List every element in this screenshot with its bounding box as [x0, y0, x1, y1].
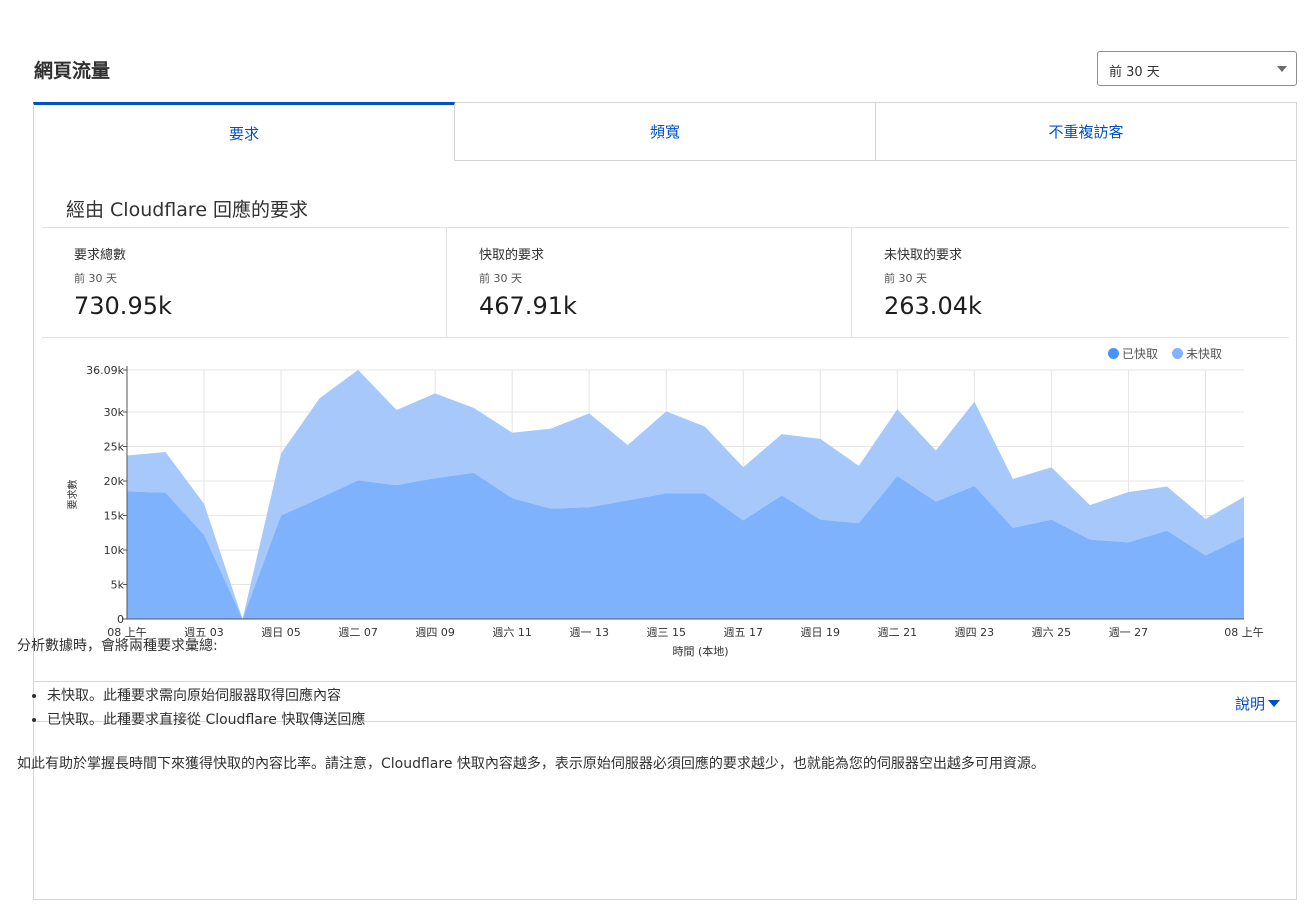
- stats-row: 要求總數 前 30 天 730.95k 快取的要求 前 30 天 467.91k…: [42, 227, 1289, 338]
- stat-value: 263.04k: [884, 292, 982, 320]
- section-title: 經由 Cloudflare 回應的要求: [66, 199, 309, 221]
- explain-body: 分析數據時，會將兩種要求彙總: 未快取。此種要求需向原始伺服器取得回應內容 已快…: [17, 636, 1247, 774]
- stat-value: 467.91k: [479, 292, 577, 320]
- tab-bandwidth[interactable]: 頻寬: [455, 102, 876, 161]
- explain-list: 未快取。此種要求需向原始伺服器取得回應內容 已快取。此種要求直接從 Cloudf…: [47, 684, 1247, 732]
- y-tick-label: 0: [117, 613, 124, 626]
- chart-canvas: 05k10k15k20k25k30k36.09k08 上午 週五 03 週日 05 週…: [66, 364, 1264, 658]
- stat-period: 前 30 天: [74, 272, 117, 285]
- traffic-card: 要求 頻寬 不重複訪客 經由 Cloudflare 回應的要求 要求總數 前 3…: [33, 102, 1297, 900]
- stat-period: 前 30 天: [479, 272, 522, 285]
- stat-uncached-requests: 未快取的要求 前 30 天 263.04k: [852, 228, 1289, 337]
- y-tick-label: 36.09k: [86, 364, 124, 377]
- tab-requests[interactable]: 要求: [33, 102, 455, 161]
- stat-period: 前 30 天: [884, 272, 927, 285]
- requests-chart: 已快取 未快取 0 5k 10k 15k 20k 25k 30k 36.09k 08 上午 週五 …: [34, 339, 1296, 681]
- page-title: 網頁流量: [34, 60, 111, 82]
- stat-total-requests: 要求總數 前 30 天 730.95k: [42, 228, 447, 337]
- list-item: 已快取。此種要求直接從 Cloudflare 快取傳送回應: [47, 708, 1247, 732]
- y-tick-label: 10k: [104, 544, 125, 557]
- stat-cached-requests: 快取的要求 前 30 天 467.91k: [447, 228, 852, 337]
- stat-label: 要求總數: [74, 248, 127, 263]
- explain-note: 如此有助於掌握長時間下來獲得快取的內容比率。請注意，Cloudflare 快取內…: [17, 756, 1045, 772]
- caret-down-icon: [1268, 700, 1280, 707]
- stat-label: 快取的要求: [479, 248, 545, 263]
- chevron-down-icon: [1277, 66, 1287, 72]
- y-tick-label: 15k: [104, 510, 125, 523]
- stat-label: 未快取的要求: [884, 248, 963, 263]
- y-tick-label: 25k: [104, 441, 125, 454]
- list-item: 未快取。此種要求需向原始伺服器取得回應內容: [47, 684, 1247, 708]
- y-tick-label: 20k: [104, 475, 125, 488]
- explain-intro: 分析數據時，會將兩種要求彙總:: [17, 638, 218, 654]
- time-range-value: 前 30 天: [1109, 65, 1160, 80]
- y-axis-title: 要求數: [66, 480, 79, 510]
- y-tick-label: 5k: [111, 579, 125, 592]
- tab-bar: 要求 頻寬 不重複訪客: [33, 102, 1297, 161]
- stat-value: 730.95k: [74, 292, 172, 320]
- tab-unique-visitors[interactable]: 不重複訪客: [876, 102, 1297, 161]
- time-range-select[interactable]: 前 30 天: [1097, 51, 1297, 86]
- page: 網頁流量 前 30 天 要求 頻寬 不重複訪客 經由 Cloudflare 回應…: [0, 0, 1312, 905]
- y-tick-label: 30k: [104, 406, 125, 419]
